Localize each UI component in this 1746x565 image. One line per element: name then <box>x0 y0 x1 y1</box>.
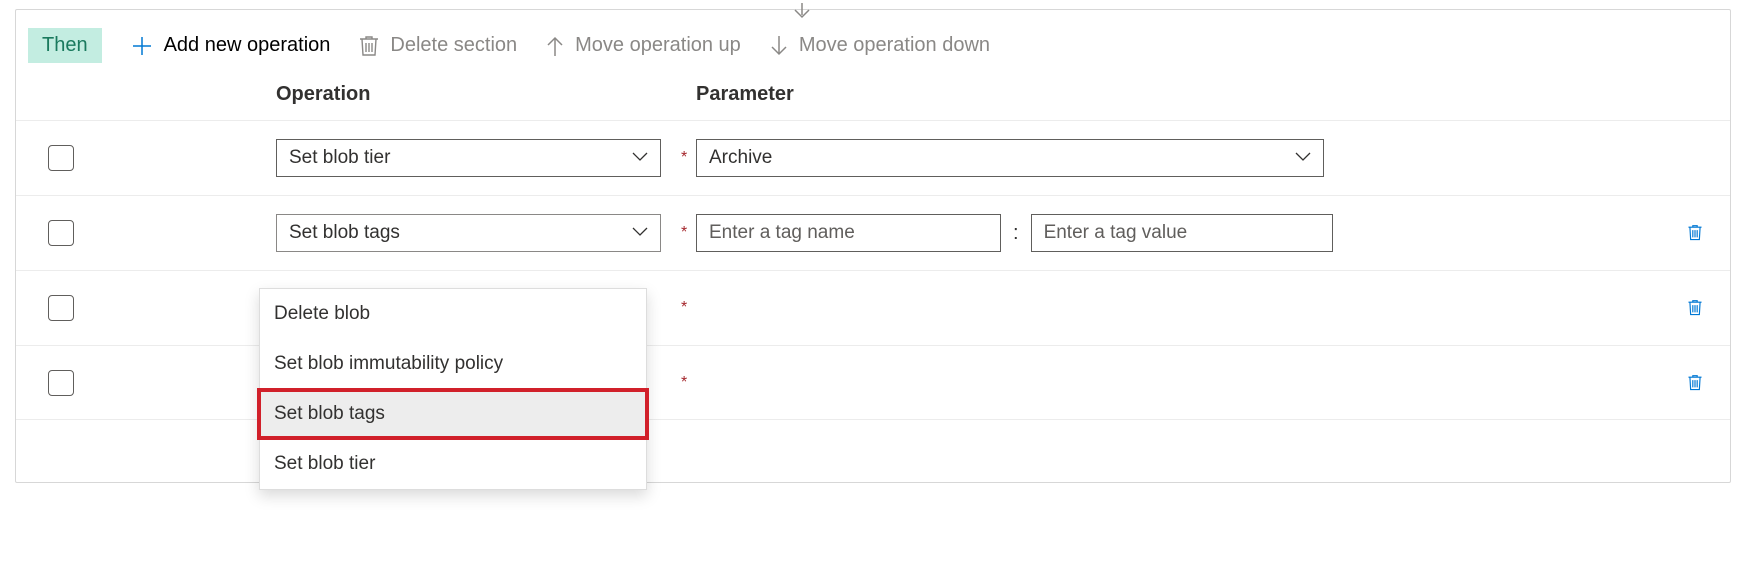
move-operation-up-button[interactable]: Move operation up <box>545 34 741 58</box>
delete-row-button[interactable] <box>1681 294 1709 322</box>
add-new-operation-button[interactable]: Add new operation <box>130 34 331 58</box>
move-operation-down-button[interactable]: Move operation down <box>769 34 990 58</box>
arrow-up-icon <box>545 34 565 58</box>
operation-select-value: Set blob tier <box>289 147 390 169</box>
add-new-operation-label: Add new operation <box>164 34 331 57</box>
operation-column-header: Operation <box>276 83 696 106</box>
dropdown-option-set-immutability-policy[interactable]: Set blob immutability policy <box>260 339 646 389</box>
then-badge: Then <box>28 28 102 63</box>
chevron-down-icon <box>1295 147 1311 169</box>
move-operation-up-label: Move operation up <box>575 34 741 57</box>
operation-row: Set blob tags * : <box>16 195 1730 270</box>
dropdown-option-set-blob-tier[interactable]: Set blob tier <box>260 439 646 489</box>
tag-separator: : <box>1009 222 1023 245</box>
parameter-select-value: Archive <box>709 147 772 169</box>
trash-icon <box>358 34 380 58</box>
required-mark: * <box>681 149 696 167</box>
operation-dropdown: Delete blob Set blob immutability policy… <box>259 288 647 490</box>
incoming-arrow-icon <box>791 2 813 25</box>
dropdown-option-delete-blob[interactable]: Delete blob <box>260 289 646 339</box>
tag-name-input[interactable] <box>696 214 1001 252</box>
delete-row-button[interactable] <box>1681 219 1709 247</box>
parameter-column-header: Parameter <box>696 83 1730 106</box>
row-checkbox[interactable] <box>48 145 74 171</box>
operation-row: Set blob tier * Archive <box>16 120 1730 195</box>
plus-icon <box>130 34 154 58</box>
dropdown-option-set-blob-tags[interactable]: Set blob tags <box>260 389 646 439</box>
required-mark: * <box>681 224 696 242</box>
delete-row-button[interactable] <box>1681 369 1709 397</box>
required-mark: * <box>681 374 696 392</box>
chevron-down-icon <box>632 222 648 244</box>
column-headers: Operation Parameter <box>16 83 1730 120</box>
operation-select-value: Set blob tags <box>289 222 400 244</box>
operation-select[interactable]: Set blob tags <box>276 214 661 252</box>
row-checkbox[interactable] <box>48 295 74 321</box>
operation-select[interactable]: Set blob tier <box>276 139 661 177</box>
tag-value-input[interactable] <box>1031 214 1333 252</box>
chevron-down-icon <box>632 147 648 169</box>
row-checkbox[interactable] <box>48 370 74 396</box>
required-mark: * <box>681 299 696 317</box>
arrow-down-icon <box>769 34 789 58</box>
row-checkbox[interactable] <box>48 220 74 246</box>
delete-section-label: Delete section <box>390 34 517 57</box>
move-operation-down-label: Move operation down <box>799 34 990 57</box>
delete-section-button[interactable]: Delete section <box>358 34 517 58</box>
section-toolbar: Then Add new operation Delete section <box>16 10 1730 83</box>
parameter-select[interactable]: Archive <box>696 139 1324 177</box>
